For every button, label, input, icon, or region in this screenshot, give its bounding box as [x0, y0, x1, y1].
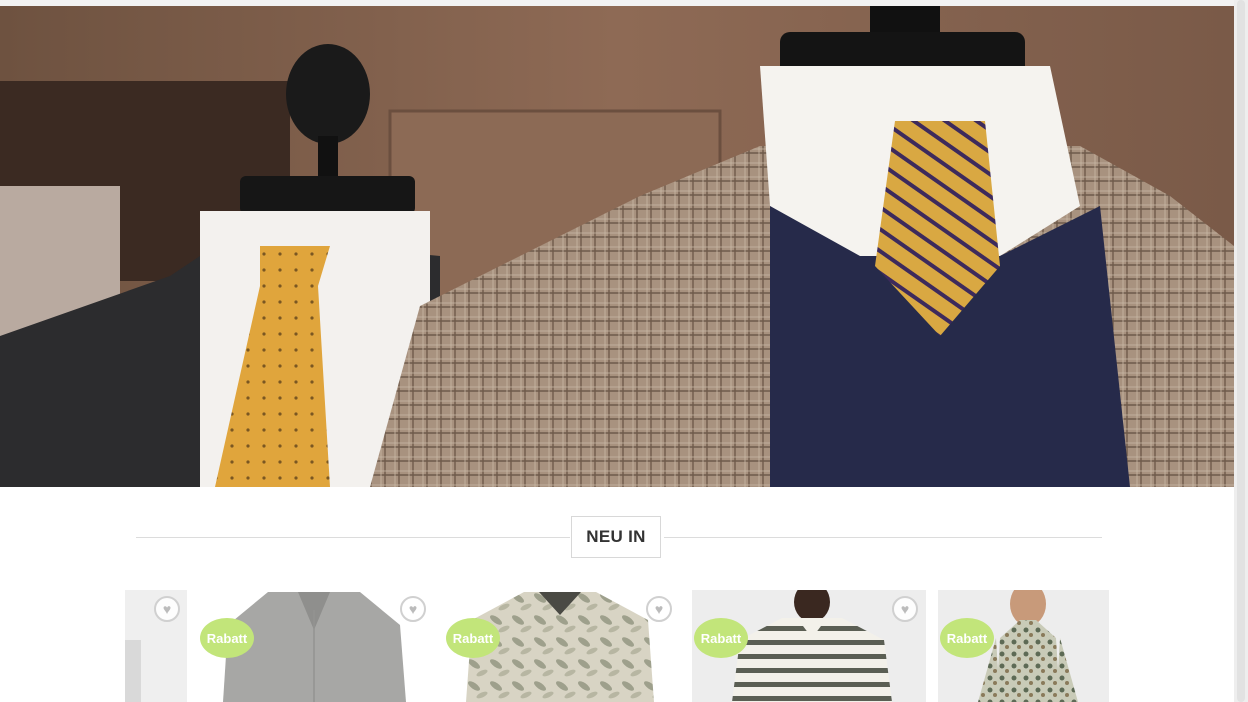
product-card[interactable]: Rabatt ♥ — [692, 590, 926, 702]
page: NEU IN ♥ Rabatt ♥ Rabatt ♥ Rabatt ♥ Raba… — [0, 0, 1234, 702]
hero-image — [0, 6, 1234, 487]
discount-badge: Rabatt — [200, 618, 254, 658]
product-card[interactable]: Rabatt ♥ — [198, 590, 430, 702]
heart-icon[interactable]: ♥ — [154, 596, 180, 622]
section-title: NEU IN — [571, 516, 661, 558]
product-card[interactable]: Rabatt — [938, 590, 1109, 702]
product-card[interactable]: ♥ — [125, 590, 187, 702]
product-carousel[interactable]: ♥ Rabatt ♥ Rabatt ♥ Rabatt ♥ Rabatt — [0, 590, 1234, 702]
discount-badge: Rabatt — [940, 618, 994, 658]
discount-badge: Rabatt — [446, 618, 500, 658]
heart-icon[interactable]: ♥ — [892, 596, 918, 622]
hero-banner[interactable] — [0, 6, 1234, 487]
scrollbar-thumb[interactable] — [1237, 0, 1245, 702]
divider-left — [136, 537, 570, 538]
product-card[interactable]: Rabatt ♥ — [444, 590, 676, 702]
discount-badge: Rabatt — [694, 618, 748, 658]
divider-right — [664, 537, 1102, 538]
section-header: NEU IN — [0, 487, 1234, 577]
heart-icon[interactable]: ♥ — [400, 596, 426, 622]
scrollbar[interactable] — [1234, 0, 1248, 702]
heart-icon[interactable]: ♥ — [646, 596, 672, 622]
